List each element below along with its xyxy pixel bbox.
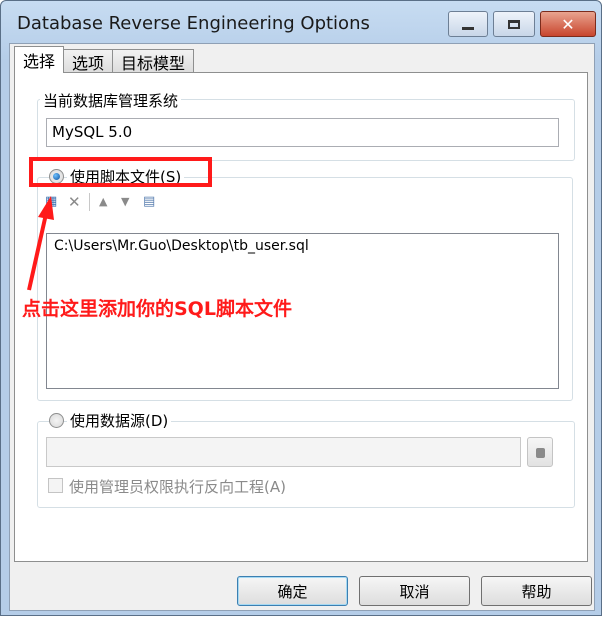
move-down-icon[interactable]: ▼ bbox=[121, 195, 129, 208]
close-button[interactable]: ✕ bbox=[540, 11, 596, 37]
ok-button[interactable]: 确定 bbox=[237, 576, 348, 606]
tab-options[interactable]: 选项 bbox=[63, 49, 114, 73]
datasource-field[interactable] bbox=[46, 437, 521, 467]
window-title: Database Reverse Engineering Options bbox=[17, 13, 370, 34]
admin-checkbox-label[interactable]: 使用管理员权限执行反向工程(A) bbox=[69, 476, 286, 497]
maximize-button[interactable] bbox=[493, 11, 535, 37]
title-bar[interactable]: Database Reverse Engineering Options ✕ bbox=[1, 1, 603, 41]
script-file-item[interactable]: C:\Users\Mr.Guo\Desktop\tb_user.sql bbox=[54, 238, 309, 254]
dbms-label: 当前数据库管理系统 bbox=[40, 90, 182, 111]
minimize-icon bbox=[462, 26, 474, 30]
annotation-text: 点击这里添加你的SQL脚本文件 bbox=[22, 298, 292, 320]
tab-target-model[interactable]: 目标模型 bbox=[112, 49, 195, 73]
add-file-icon[interactable]: ▦ bbox=[45, 194, 57, 209]
minimize-button[interactable] bbox=[448, 11, 488, 37]
highlight-box bbox=[29, 157, 212, 187]
clear-list-icon[interactable]: ▤ bbox=[143, 194, 155, 209]
database-icon bbox=[536, 448, 545, 458]
maximize-icon bbox=[508, 19, 520, 29]
dialog-body: 选择 选项 目标模型 当前数据库管理系统 MySQL 5.0 使用脚本文件(S)… bbox=[9, 43, 595, 611]
toolbar-separator bbox=[89, 193, 90, 211]
tab-bar: 选择 选项 目标模型 bbox=[14, 46, 195, 73]
datasource-radio-label[interactable]: 使用数据源(D) bbox=[67, 410, 172, 431]
help-button[interactable]: 帮助 bbox=[481, 576, 592, 606]
admin-checkbox[interactable] bbox=[48, 478, 63, 493]
datasource-radio[interactable] bbox=[49, 413, 64, 428]
cancel-button[interactable]: 取消 bbox=[359, 576, 470, 606]
move-up-icon[interactable]: ▲ bbox=[99, 195, 107, 208]
datasource-browse-button[interactable] bbox=[527, 437, 553, 467]
close-icon: ✕ bbox=[561, 14, 575, 34]
tab-selection[interactable]: 选择 bbox=[14, 46, 65, 73]
delete-icon[interactable]: ✕ bbox=[68, 193, 81, 211]
dbms-field[interactable]: MySQL 5.0 bbox=[46, 118, 559, 147]
